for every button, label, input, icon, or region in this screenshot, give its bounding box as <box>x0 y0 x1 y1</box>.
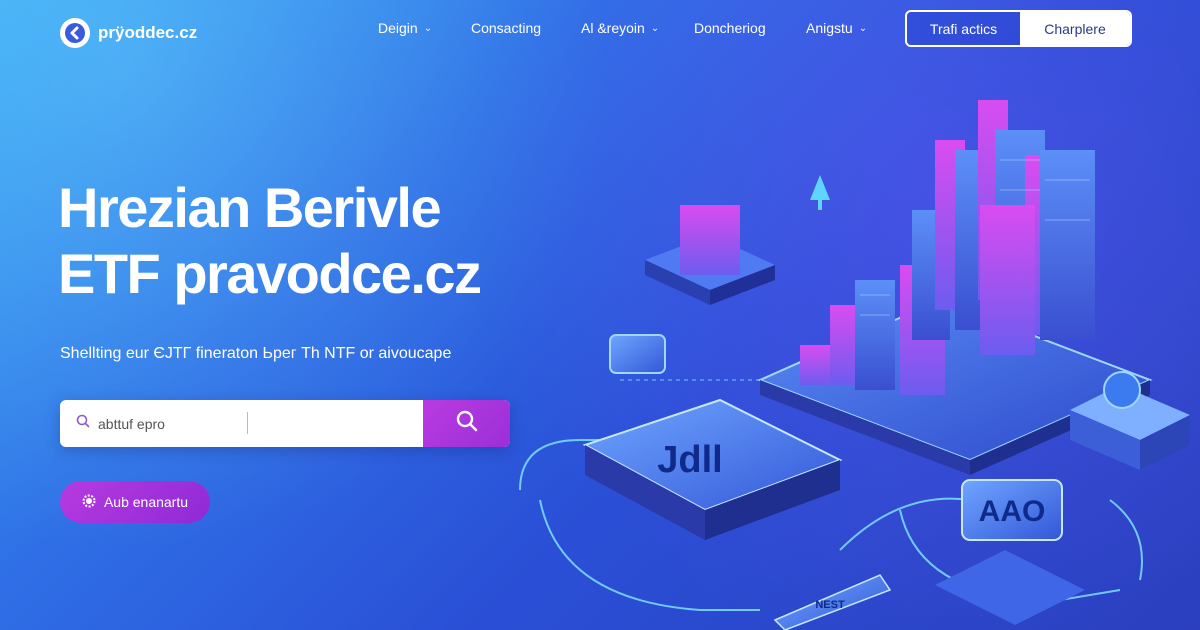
chevron-down-icon: ⌄ <box>423 22 433 34</box>
site-header: prÿoddec.cz Deigin ⌄ Consacting Al &reyo… <box>0 0 1200 60</box>
small-tag <box>609 334 666 374</box>
search-button[interactable] <box>423 400 510 447</box>
search-input[interactable] <box>98 415 248 432</box>
nav-item-deigin[interactable]: Deigin ⌄ <box>378 20 471 36</box>
search-field-wrapper <box>60 400 423 447</box>
secondary-action-button[interactable]: Trafi actics <box>907 12 1020 45</box>
gear-icon <box>82 494 96 511</box>
nav-label: Consacting <box>471 20 542 36</box>
mini-ticket-label: NEST <box>815 599 845 611</box>
main-nav: Deigin ⌄ Consacting Al &reyoin ⌄ Doncher… <box>365 20 886 36</box>
large-card-label: Jdll <box>657 439 722 481</box>
mini-ticket: NEST <box>773 574 892 630</box>
nav-item-anigstu[interactable]: Anigstu ⌄ <box>806 20 886 36</box>
small-card-label: AAO <box>979 495 1046 528</box>
hero-title-line-2: ETF pravodce.cz <box>58 242 482 305</box>
search-bar <box>60 400 510 447</box>
nav-item-al-reyoin[interactable]: Al &reyoin ⌄ <box>581 20 694 36</box>
hero-title-line-1: Hrezian Berivle <box>58 176 442 239</box>
cta-label: Aub enanartu <box>103 494 189 510</box>
search-divider <box>247 412 248 434</box>
tree-icon <box>810 175 830 210</box>
search-field-icon <box>76 414 90 433</box>
nav-label: Deigin <box>378 20 418 36</box>
brand-logo[interactable]: prÿoddec.cz <box>60 18 197 48</box>
chevron-down-icon: ⌄ <box>858 22 868 34</box>
header-actions: Trafi actics Charplere <box>905 10 1132 47</box>
large-card: Jdll <box>582 398 843 540</box>
small-card: AAO <box>935 479 1085 625</box>
isometric-city-illustration: Jdll AAO NEST <box>519 100 1190 630</box>
nav-label: Anigstu <box>806 20 853 36</box>
primary-action-button[interactable]: Charplere <box>1020 12 1130 45</box>
nav-label: Al &reyoin <box>581 20 645 36</box>
search-icon <box>455 409 479 438</box>
nav-item-consacting[interactable]: Consacting <box>471 20 581 36</box>
chevron-down-icon: ⌄ <box>650 22 660 34</box>
stack-block <box>645 205 775 305</box>
nav-label: Doncheriog <box>694 20 766 36</box>
cta-button[interactable]: Aub enanartu <box>60 481 210 523</box>
brand-name: prÿoddec.cz <box>98 23 198 42</box>
arrow-circle-logo-icon <box>60 18 90 48</box>
hero-subtitle: Shellting eur ЄЈТГ fineraton Ьрег Th NTF… <box>60 345 452 362</box>
nav-item-doncheriog[interactable]: Doncheriog <box>694 20 806 36</box>
